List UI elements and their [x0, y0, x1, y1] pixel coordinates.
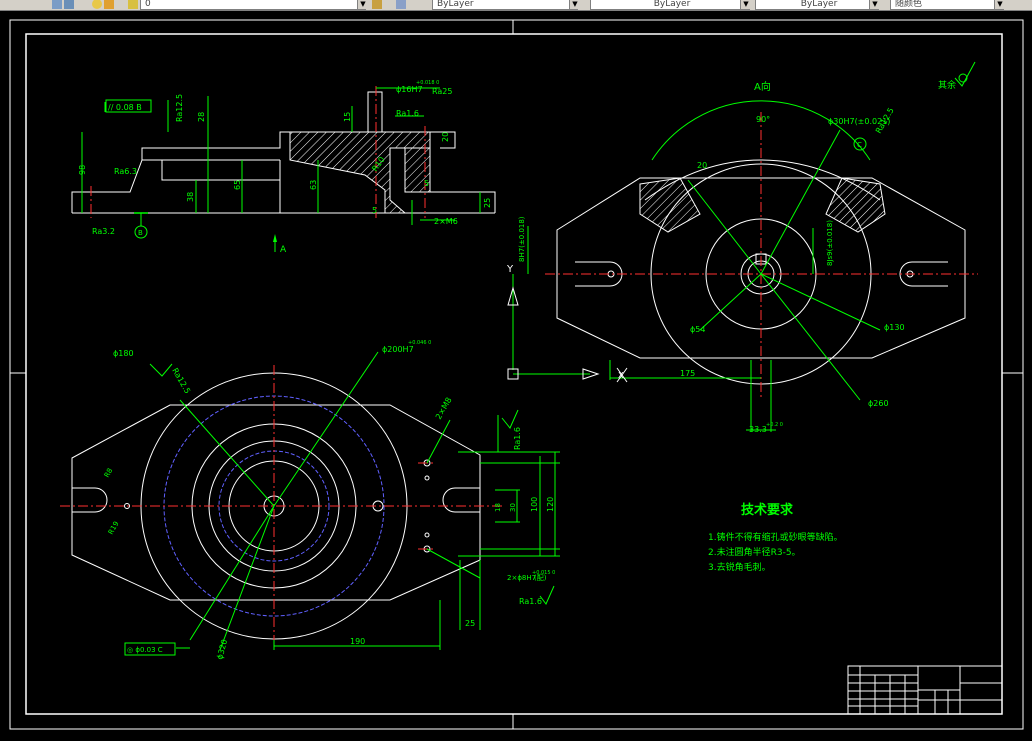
layer-manager-icon[interactable]	[52, 0, 62, 9]
section-view: // 0.08 B 98 28 Ra12.5 65 63 38 15 ϕ16H7…	[71, 80, 496, 255]
drawing-canvas[interactable]: // 0.08 B 98 28 Ra12.5 65 63 38 15 ϕ16H7…	[0, 11, 1032, 737]
technical-requirements: 技术要求 1.铸件不得有缩孔或砂眼等缺陷。 2.未注圆角半径R3-5。 3.去锐…	[708, 502, 843, 573]
key-8js9: 8Js9(±0.018)	[826, 220, 834, 266]
tech-note-2: 2.未注圆角半径R3-5。	[708, 546, 801, 558]
dim-25-b: 25	[465, 619, 475, 628]
roughness-6-3: Ra6.3	[114, 167, 137, 176]
dia-260: ϕ260	[868, 399, 889, 408]
plotstyle-dropdown-icon[interactable]: ▼	[994, 0, 1005, 9]
roughness-3-2: Ra3.2	[92, 227, 115, 236]
dim-5-a: 5	[424, 179, 429, 188]
sun-icon	[104, 0, 114, 9]
bore-d16h7-tol: +0.018 0	[416, 80, 439, 86]
title-block	[847, 665, 1003, 715]
angle-90: 90°	[756, 115, 770, 124]
view-a: A向 其余 90° ϕ30H7(±0.021) Ra12.5 C 20 8H7(…	[506, 61, 978, 434]
lineweight-dropdown-icon[interactable]: ▼	[869, 0, 880, 9]
bore-d200h7-tol: +0.046 0	[408, 340, 431, 346]
roughness-rest-label: 其余	[938, 79, 956, 91]
dim-175: 175	[680, 369, 695, 378]
radius-19: R19	[107, 520, 121, 536]
plotstyle-select[interactable]: 随颜色	[890, 0, 1004, 10]
dim-100: 100	[530, 497, 539, 512]
dim-20-b: 20	[697, 161, 707, 170]
dia-320: ϕ320	[215, 638, 229, 660]
roughness-25: Ra25	[432, 87, 452, 96]
dim-20-a: 20	[441, 132, 450, 142]
tech-req-title: 技术要求	[741, 502, 794, 518]
properties-toolbar: 0 ▼ ByLayer ▼ ByLayer ▼ ByLayer ▼ 随颜色 ▼	[0, 0, 1032, 11]
dim-18: 18	[494, 503, 502, 512]
roughness-12-5: Ra12.5	[175, 94, 184, 122]
dia-130: ϕ130	[884, 323, 905, 332]
dim-38: 38	[186, 192, 195, 202]
thread-2xm6: 2×M6	[434, 217, 458, 226]
bore-d200h7: ϕ200H7	[382, 345, 414, 354]
lightbulb-icon	[92, 0, 102, 9]
dim-98: 98	[78, 165, 87, 175]
view-a-title: A向	[754, 80, 771, 93]
linetype-select[interactable]: ByLayer	[590, 0, 750, 10]
roughness-1-6-c: Ra1.6	[519, 597, 542, 606]
view-arrow-label-a: A	[280, 245, 287, 255]
dim-33-3: 33.3	[749, 425, 767, 434]
roughness-1-6-b: Ra1.6	[513, 427, 522, 450]
dim-65: 65	[233, 180, 242, 190]
concentricity-tolerance: ◎ ϕ0.03 C	[127, 646, 163, 654]
dim-30: 30	[509, 503, 517, 512]
radius-8: R8	[103, 467, 115, 479]
dim-5-b: 5	[372, 206, 377, 215]
dim-190: 190	[350, 637, 365, 646]
thread-2xm8: 2×M8	[434, 396, 454, 421]
dim-33-3-tol: +0.2 0	[766, 422, 783, 428]
datum-c: C	[857, 141, 862, 149]
roughness-1-6-a: Ra1.6	[396, 109, 419, 118]
linetype-dropdown-icon[interactable]: ▼	[740, 0, 751, 9]
lock-icon	[128, 0, 138, 9]
dim-15: 15	[343, 112, 352, 122]
layer-previous-icon[interactable]	[396, 0, 406, 9]
layer-dropdown-icon[interactable]: ▼	[357, 0, 368, 9]
color-select[interactable]: ByLayer	[432, 0, 578, 10]
lineweight-select[interactable]: ByLayer	[755, 0, 879, 10]
cad-drawing[interactable]: // 0.08 B 98 28 Ra12.5 65 63 38 15 ϕ16H7…	[0, 11, 1032, 737]
ucs-y-axis: Y	[506, 264, 514, 275]
plan-view: ϕ180 Ra12.5 ϕ200H7 +0.046 0 2×M8 Ra1.6 R…	[60, 340, 560, 661]
slot-8h7: 8H7(±0.018)	[518, 216, 526, 262]
bore-d16h7: ϕ16H7	[396, 85, 423, 94]
make-current-layer-icon[interactable]	[372, 0, 382, 9]
dia-180: ϕ180	[113, 349, 134, 358]
pin-2xd8h7-note: (配)	[534, 574, 547, 582]
dim-28: 28	[197, 112, 206, 122]
ucs-x-axis: X	[618, 371, 624, 380]
dim-120: 120	[546, 497, 555, 512]
tech-note-3: 3.去锐角毛刺。	[708, 561, 771, 573]
dim-25-a: 25	[483, 198, 492, 208]
dia-54: ϕ54	[690, 325, 705, 334]
tech-note-1: 1.铸件不得有缩孔或砂眼等缺陷。	[708, 531, 843, 543]
dim-63: 63	[309, 180, 318, 190]
color-dropdown-icon[interactable]: ▼	[569, 0, 580, 9]
layer-select[interactable]: 0	[140, 0, 366, 10]
roughness-12-5-c: Ra12.5	[170, 367, 192, 396]
datum-b: B	[138, 229, 143, 237]
parallelism-tolerance: // 0.08 B	[108, 103, 142, 112]
layer-state-icon[interactable]	[64, 0, 74, 9]
